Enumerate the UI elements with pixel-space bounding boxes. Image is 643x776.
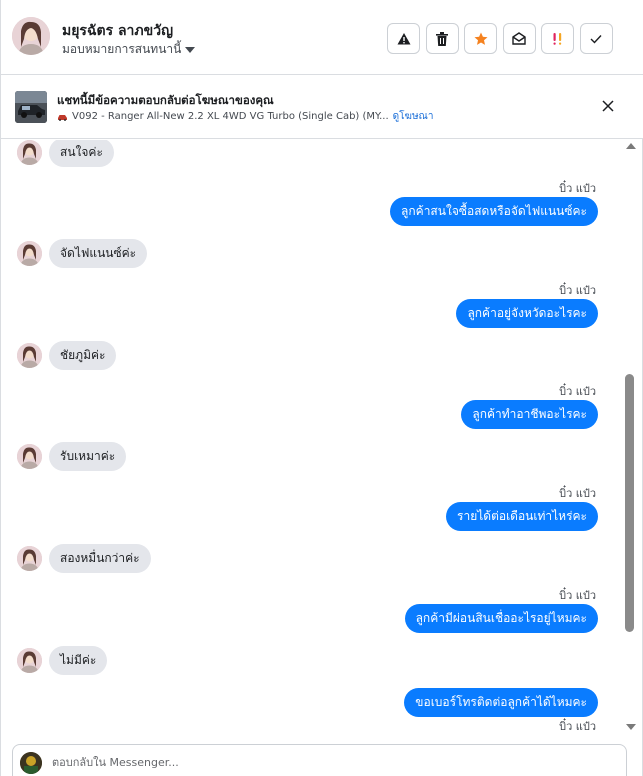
car-icon <box>58 114 67 121</box>
contact-avatar-small <box>17 546 42 571</box>
star-icon <box>474 32 487 45</box>
page-avatar <box>20 752 42 774</box>
ad-banner-title: แชทนี้มีข้อความตอบกลับต่อโฆษณาของคุณ <box>57 93 274 107</box>
sender-name: บิ๋ว แป๋ว <box>559 720 596 733</box>
sender-name: บิ๋ว แป๋ว <box>559 589 596 602</box>
conversation-header: มยุรฉัตร ลาภขวัญ มอบหมายการสนทนานี้ <box>1 0 643 75</box>
contact-avatar-small <box>17 648 42 673</box>
outgoing-message[interactable]: ขอเบอร์โทรติดต่อลูกค้าได้ไหมคะ <box>404 688 598 717</box>
incoming-message[interactable]: ชัยภูมิค่ะ <box>49 341 117 370</box>
conversation-panel: มยุรฉัตร ลาภขวัญ มอบหมายการสนทนานี้ แชทน… <box>0 0 643 776</box>
mark-spam-button[interactable] <box>387 23 420 54</box>
contact-avatar-small <box>17 140 42 165</box>
envelope-open-icon <box>512 32 526 45</box>
ad-banner-subtitle: V092 - Ranger All-New 2.2 XL 4WD VG Turb… <box>57 109 433 124</box>
incoming-message[interactable]: สนใจค่ะ <box>49 140 114 167</box>
check-icon <box>590 34 602 44</box>
outgoing-message[interactable]: ลูกค้าทำอาชีพอะไรคะ <box>461 400 598 429</box>
outgoing-message[interactable]: ลูกค้ามีผ่อนสินเชื่ออะไรอยู่ไหมคะ <box>404 604 598 633</box>
reply-input[interactable] <box>52 753 592 771</box>
sender-name: บิ๋ว แป๋ว <box>559 487 596 500</box>
contact-avatar-small <box>17 343 42 368</box>
mark-unread-button[interactable] <box>502 23 536 54</box>
conversation-toolbar <box>387 23 618 54</box>
outgoing-message[interactable]: รายได้ต่อเดือนเท่าไหร่คะ <box>446 502 598 531</box>
sender-name: บิ๋ว แป๋ว <box>559 182 596 195</box>
sender-name: บิ๋ว แป๋ว <box>559 385 596 398</box>
close-banner-icon[interactable] <box>599 97 617 115</box>
scrollbar-thumb[interactable] <box>625 374 634 632</box>
incoming-message[interactable]: ไม่มีค่ะ <box>49 646 108 675</box>
mark-done-button[interactable] <box>579 23 613 54</box>
incoming-message[interactable]: จัดไฟแนนซ์ค่ะ <box>49 239 148 268</box>
view-ad-link[interactable]: ดูโฆษณา <box>393 109 434 124</box>
assign-conversation-dropdown[interactable]: มอบหมายการสนทนานี้ <box>62 40 196 59</box>
contact-name: มยุรฉัตร ลาภขวัญ <box>62 23 174 39</box>
outgoing-message[interactable]: ลูกค้าอยู่จังหวัดอะไรคะ <box>456 299 598 328</box>
ad-reply-banner: แชทนี้มีข้อความตอบกลับต่อโฆษณาของคุณ V09… <box>1 75 643 139</box>
ad-thumbnail[interactable] <box>15 91 47 123</box>
incoming-message[interactable]: รับเหมาค่ะ <box>49 442 127 471</box>
follow-up-button[interactable] <box>464 23 497 54</box>
incoming-message[interactable]: สองหมื่นกว่าค่ะ <box>49 544 151 573</box>
warning-icon <box>397 32 410 44</box>
contact-avatar-small <box>17 444 42 469</box>
assign-label: มอบหมายการสนทนานี้ <box>62 42 182 56</box>
sender-name: บิ๋ว แป๋ว <box>559 284 596 297</box>
caret-down-icon <box>185 46 196 53</box>
priority-button[interactable] <box>541 23 574 54</box>
trash-icon <box>436 31 448 46</box>
outgoing-message[interactable]: ลูกค้าสนใจซื้อสดหรือจัดไฟแนนซ์คะ <box>390 197 598 226</box>
contact-avatar[interactable] <box>12 17 50 55</box>
scroll-down-arrow-icon[interactable] <box>626 724 636 730</box>
message-thread[interactable]: สนใจค่ะ บิ๋ว แป๋ว ลูกค้าสนใจซื้อสดหรือจั… <box>1 140 623 738</box>
ad-product-name: V092 - Ranger All-New 2.2 XL 4WD VG Turb… <box>72 111 389 122</box>
delete-button[interactable] <box>425 23 459 54</box>
contact-avatar-small <box>17 241 42 266</box>
scroll-up-arrow-icon[interactable] <box>626 143 636 149</box>
priority-icon <box>553 32 561 45</box>
reply-composer <box>12 744 627 776</box>
thread-scrollbar[interactable] <box>623 140 637 738</box>
